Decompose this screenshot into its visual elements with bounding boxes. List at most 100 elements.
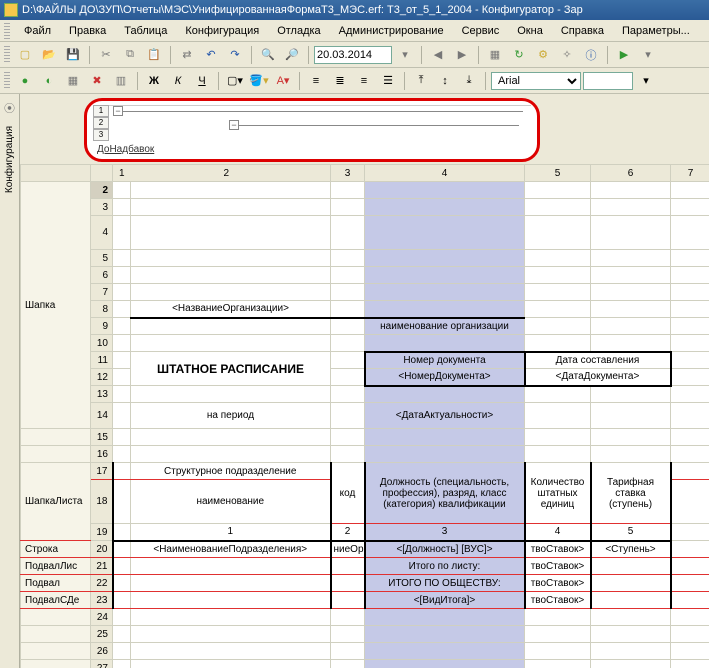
paste-icon[interactable]: 📋	[143, 44, 165, 66]
cell-r23c4[interactable]: <[ВидИтога]>	[365, 592, 525, 609]
rowhdr-12[interactable]: 12	[91, 369, 113, 386]
name-shapka[interactable]: Шапка	[21, 182, 91, 429]
underline-icon[interactable]: Ч	[191, 70, 213, 92]
cell-r17c5[interactable]: Количество штатных единиц	[525, 463, 591, 524]
sidebar-tab-config[interactable]: Конфигурация	[4, 120, 15, 199]
table-icon[interactable]: ▦	[62, 70, 84, 92]
cell-r22c4[interactable]: ИТОГО ПО ОБЩЕСТВУ:	[365, 575, 525, 592]
name-stroka[interactable]: Строка	[21, 541, 91, 558]
rowhdr-11[interactable]: 11	[91, 352, 113, 369]
font-size-select[interactable]	[583, 72, 633, 90]
cell-r18c2[interactable]: наименование	[131, 480, 331, 524]
corner-cell[interactable]	[21, 165, 91, 182]
redo-icon[interactable]: ↷	[224, 44, 246, 66]
fill-icon[interactable]: 🪣▾	[248, 70, 270, 92]
colhdr-blank[interactable]	[91, 165, 113, 182]
menu-service[interactable]: Сервис	[454, 23, 508, 39]
cut-icon[interactable]: ✂	[95, 44, 117, 66]
menu-windows[interactable]: Окна	[509, 23, 551, 39]
cell-r20c5[interactable]: твоСтавок>	[525, 541, 591, 558]
menu-params[interactable]: Параметры...	[614, 23, 698, 39]
cell-r20c3[interactable]: ниеОрга	[331, 541, 365, 558]
colhdr-4[interactable]: 4	[365, 165, 525, 182]
dropdown-icon[interactable]: ▾	[637, 44, 659, 66]
cell-r11c4[interactable]: Номер документа	[365, 352, 525, 369]
delete-icon[interactable]: ✖	[86, 70, 108, 92]
refresh-icon[interactable]: ↻	[508, 44, 530, 66]
cell-r21c5[interactable]: твоСтавок>	[525, 558, 591, 575]
menu-admin[interactable]: Администрирование	[331, 23, 452, 39]
cell-r19c2[interactable]: 1	[131, 524, 331, 541]
colhdr-3[interactable]: 3	[331, 165, 365, 182]
rowhdr-17[interactable]: 17	[91, 463, 113, 480]
save-icon[interactable]: 💾	[62, 44, 84, 66]
bold-icon[interactable]: Ж	[143, 70, 165, 92]
cell-r19c4[interactable]: 3	[365, 524, 525, 541]
cell-r17c2[interactable]: Структурное подразделение	[131, 463, 331, 480]
date-input[interactable]	[314, 46, 392, 64]
border-icon[interactable]: ▢▾	[224, 70, 246, 92]
colhdr-7[interactable]: 7	[671, 165, 709, 182]
open-icon[interactable]: 📂	[38, 44, 60, 66]
group-level-1[interactable]: 1	[93, 105, 109, 117]
colhdr-5[interactable]: 5	[525, 165, 591, 182]
name-shapka-lista[interactable]: ШапкаЛиста	[21, 463, 91, 541]
settings-icon[interactable]: ✧	[556, 44, 578, 66]
rowhdr-14[interactable]: 14	[91, 403, 113, 429]
menu-table[interactable]: Таблица	[116, 23, 175, 39]
cell-r17c4[interactable]: Должность (специальность, профессия), ра…	[365, 463, 525, 524]
cell-r20c6[interactable]: <Ступень>	[591, 541, 671, 558]
rowhdr-21[interactable]: 21	[91, 558, 113, 575]
group-collapse-1[interactable]: −	[113, 106, 123, 116]
cell-r21c4[interactable]: Итого по листу:	[365, 558, 525, 575]
colhdr-1-2[interactable]: 12	[113, 165, 331, 182]
zoom-icon[interactable]: 🔎	[281, 44, 303, 66]
rowhdr-6[interactable]: 6	[91, 267, 113, 284]
align-center-icon[interactable]: ≣	[329, 70, 351, 92]
rowhdr-16[interactable]: 16	[91, 446, 113, 463]
rowhdr-24[interactable]: 24	[91, 609, 113, 626]
copy-icon[interactable]: ⧉	[119, 44, 141, 66]
grid-icon[interactable]: ▦	[484, 44, 506, 66]
name-podval-lis[interactable]: ПодвалЛис	[21, 558, 91, 575]
group-level-2[interactable]: 2	[93, 117, 109, 129]
rowhdr-15[interactable]: 15	[91, 429, 113, 446]
valign-top-icon[interactable]: ⤒	[410, 70, 432, 92]
align-right-icon[interactable]: ≡	[353, 70, 375, 92]
cell-r23c5[interactable]: твоСтавок>	[525, 592, 591, 609]
cell-r9c4[interactable]: наименование организации	[365, 318, 525, 335]
rowhdr-23[interactable]: 23	[91, 592, 113, 609]
cell-r22c5[interactable]: твоСтавок>	[525, 575, 591, 592]
spreadsheet[interactable]: 12 3 4 5 6 7 Шапка2 3 4 5 6 7 8<Название…	[20, 164, 709, 668]
rowhdr-18[interactable]: 18	[91, 480, 113, 524]
name-podval[interactable]: Подвал	[21, 575, 91, 592]
cell-r20c4[interactable]: <[Должность] [ВУС]>	[365, 541, 525, 558]
rowhdr-13[interactable]: 13	[91, 386, 113, 403]
rowhdr-5[interactable]: 5	[91, 250, 113, 267]
menu-config[interactable]: Конфигурация	[177, 23, 267, 39]
rowhdr-20[interactable]: 20	[91, 541, 113, 558]
cell-r14c4[interactable]: <ДатаАктуальности>	[365, 403, 525, 429]
cell-r12c2[interactable]: ШТАТНОЕ РАСПИСАНИЕ	[131, 352, 331, 386]
font-select[interactable]: Arial	[491, 72, 581, 90]
cell-r11c56[interactable]: Дата составления	[525, 352, 671, 369]
italic-icon[interactable]: К	[167, 70, 189, 92]
cell-r20c2[interactable]: <НаименованиеПодразделения>	[131, 541, 331, 558]
back-icon[interactable]: ◀	[427, 44, 449, 66]
run-icon[interactable]: ▶	[613, 44, 635, 66]
cell-r14c2[interactable]: на период	[131, 403, 331, 429]
rowhdr-19[interactable]: 19	[91, 524, 113, 541]
cell-r19c3[interactable]: 2	[331, 524, 365, 541]
rowhdr-4[interactable]: 4	[91, 216, 113, 250]
rowhdr-26[interactable]: 26	[91, 643, 113, 660]
new-icon[interactable]: ▢	[14, 44, 36, 66]
insert-icon[interactable]: ●	[14, 70, 36, 92]
cell-r17c3[interactable]: код	[331, 463, 365, 524]
menu-edit[interactable]: Правка	[61, 23, 114, 39]
menu-help[interactable]: Справка	[553, 23, 612, 39]
compare-icon[interactable]: ⇄	[176, 44, 198, 66]
cell-r17c6[interactable]: Тарифная ставка (ступень)	[591, 463, 671, 524]
valign-mid-icon[interactable]: ↕	[434, 70, 456, 92]
align-justify-icon[interactable]: ☰	[377, 70, 399, 92]
menu-debug[interactable]: Отладка	[269, 23, 328, 39]
